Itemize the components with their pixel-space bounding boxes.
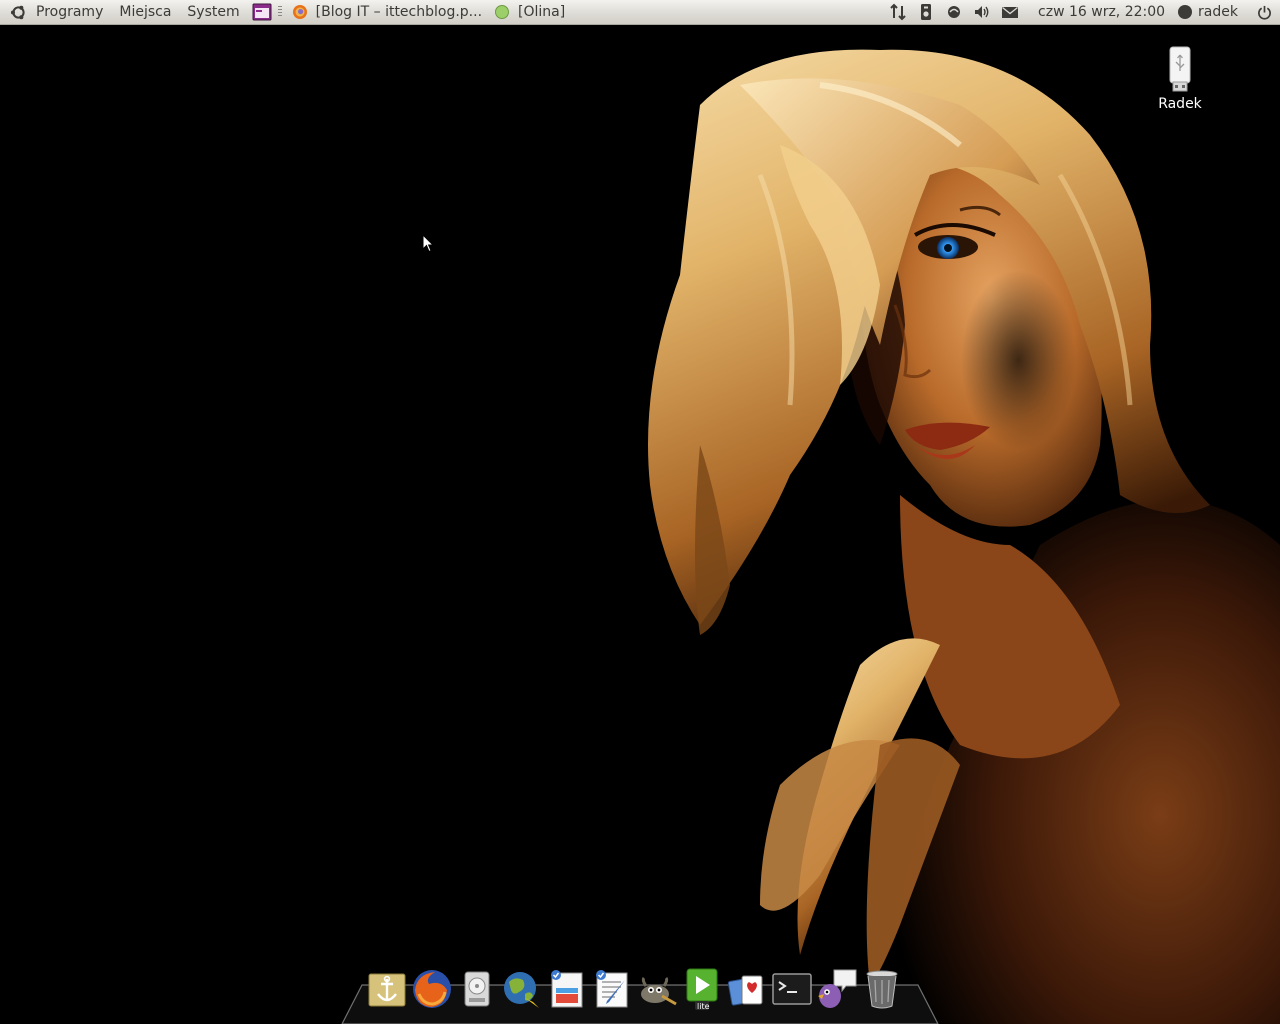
power-icon [1257,5,1271,20]
terminal-icon [771,973,812,1005]
pidgin-status-icon [495,5,510,19]
mouse-cursor-icon [422,234,434,253]
lite-badge: lite [697,1002,710,1011]
user-menu[interactable]: radek [1177,4,1248,20]
dock: lite [364,968,904,1016]
user-name: radek [1198,4,1238,20]
chart-document-icon [550,970,582,1008]
volume-icon[interactable] [968,0,996,25]
taskbar-item-label: [Blog IT – ittechblog.p... [315,4,483,20]
firefox-icon [412,970,451,1008]
dock-item-report-tool[interactable] [544,968,589,1016]
dock-item-gimp[interactable] [634,968,679,1016]
dock-item-anchor[interactable] [364,968,409,1016]
messaging-icon[interactable] [940,0,968,25]
desktop: Programy Miejsca System [Blog IT – ittec… [0,0,1280,1024]
taskbar-item-label: [Olina] [518,4,566,20]
dock-item-text-editor[interactable] [589,968,634,1016]
desktop-icon-label: Radek [1158,96,1202,112]
usb-drive-icon [1169,46,1191,92]
user-status-icon [1178,5,1193,19]
dock-item-terminal[interactable] [769,968,814,1016]
ubuntu-logo-icon [10,5,25,19]
cards-icon [727,975,762,1006]
applications-menu[interactable]: Programy [0,0,111,25]
system-menu-label: System [187,4,240,20]
globe-icon [503,972,539,1008]
clock-label: czw 16 wrz, 22:00 [1038,4,1166,20]
wallpaper-image [0,25,1280,1024]
places-menu-label: Miejsca [119,4,172,20]
applications-menu-label: Programy [36,4,104,20]
taskbar-item-firefox[interactable]: [Blog IT – ittechblog.p... [288,0,490,25]
anchor-icon [368,973,405,1007]
pidgin-icon [817,969,856,1008]
dock-item-firefox[interactable] [409,968,454,1016]
dock-item-qgis[interactable] [499,968,544,1016]
top-panel: Programy Miejsca System [Blog IT – ittec… [0,0,1280,25]
system-menu[interactable]: System [179,0,247,25]
text-editor-icon [595,970,627,1008]
firefox-icon [292,5,307,19]
places-menu[interactable]: Miejsca [111,0,179,25]
gimp-icon [640,976,677,1006]
dock-item-card-game[interactable] [724,968,769,1016]
dock-item-lite-player[interactable]: lite [679,968,724,1016]
show-desktop-icon[interactable] [252,2,272,22]
desktop-icon-usb-drive[interactable]: Radek [1145,46,1215,112]
dock-item-trash[interactable] [859,968,904,1016]
network-transfer-icon[interactable] [884,0,912,25]
dock-item-disk-utility[interactable] [454,968,499,1016]
mail-icon[interactable] [996,0,1024,25]
dock-item-pidgin[interactable] [814,968,859,1016]
media-player-icon[interactable] [912,0,940,25]
clock[interactable]: czw 16 wrz, 22:00 [1024,4,1177,20]
power-button[interactable] [1248,0,1280,25]
harddisk-icon [464,971,489,1007]
trash-icon [866,970,897,1009]
taskbar-item-pidgin[interactable]: [Olina] [490,0,573,25]
panel-grip[interactable] [277,6,282,18]
